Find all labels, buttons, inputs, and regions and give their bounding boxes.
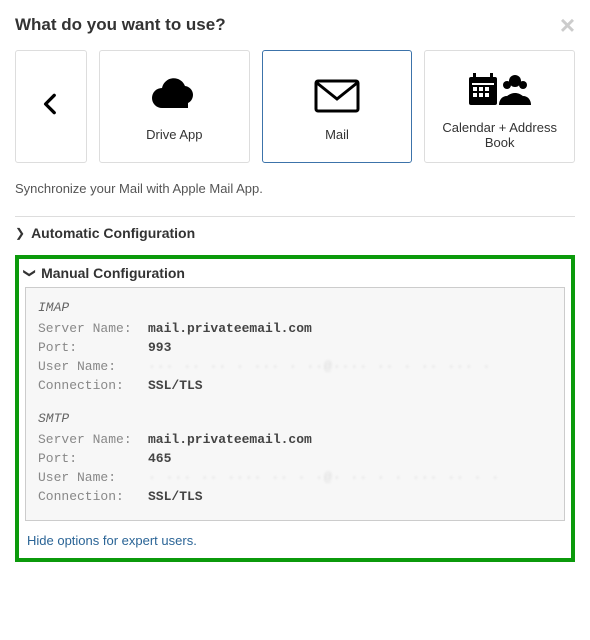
config-key: Connection: [38,378,148,393]
card-label: Drive App [141,127,207,142]
config-key: Server Name: [38,321,148,336]
section-title: Manual Configuration [41,265,185,281]
config-value: mail.privateemail.com [148,321,312,336]
cloud-icon [150,71,198,121]
config-value: 993 [148,340,171,355]
config-value-redacted: · ··· ·· ···· ·· · ·@· ·· · · ··· ·· · · [148,470,500,485]
config-group-smtp: SMTP Server Name:mail.privateemail.com P… [38,411,552,504]
section-toggle-manual[interactable]: ❯ Manual Configuration [19,259,571,287]
config-value: SSL/TLS [148,489,203,504]
config-key: Port: [38,340,148,355]
card-mail[interactable]: Mail [262,50,413,163]
close-icon[interactable]: × [560,12,575,38]
config-protocol-title: SMTP [38,411,552,426]
config-key: Server Name: [38,432,148,447]
section-title: Automatic Configuration [31,225,195,241]
chevron-right-icon: ❯ [15,226,25,240]
config-group-imap: IMAP Server Name:mail.privateemail.com P… [38,300,552,393]
config-key: Connection: [38,489,148,504]
manual-config-highlight: ❯ Manual Configuration IMAP Server Name:… [15,255,575,562]
config-key: Port: [38,451,148,466]
config-value-redacted: ··· ·· ·· · ··· · ··@···· ·· · ·· ··· · [148,359,491,374]
card-drive-app[interactable]: Drive App [99,50,250,163]
chevron-left-icon [38,79,64,129]
back-button[interactable] [15,50,87,163]
dialog-header: What do you want to use? × [15,12,575,38]
config-value: mail.privateemail.com [148,432,312,447]
config-value: SSL/TLS [148,378,203,393]
description-text: Synchronize your Mail with Apple Mail Ap… [15,181,575,196]
card-calendar-address[interactable]: Calendar + Address Book [424,50,575,163]
option-cards: Drive App Mail [15,50,575,163]
envelope-icon [314,71,360,121]
config-block: IMAP Server Name:mail.privateemail.com P… [25,287,565,521]
config-key: User Name: [38,470,148,485]
config-value: 465 [148,451,171,466]
card-label: Mail [320,127,354,142]
section-toggle-automatic[interactable]: ❯ Automatic Configuration [15,217,575,249]
card-label: Calendar + Address Book [425,120,574,150]
dialog-title: What do you want to use? [15,15,226,35]
hide-expert-options-link[interactable]: Hide options for expert users. [19,521,205,558]
calendar-people-icon [465,64,535,114]
config-key: User Name: [38,359,148,374]
config-protocol-title: IMAP [38,300,552,315]
section-automatic: ❯ Automatic Configuration [15,216,575,249]
chevron-down-icon: ❯ [23,268,37,278]
